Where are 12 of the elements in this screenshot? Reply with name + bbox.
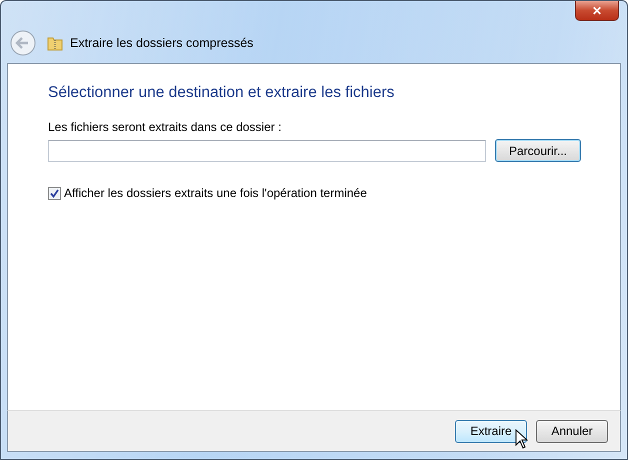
back-icon[interactable] [10,30,36,56]
mouse-pointer-icon [515,428,528,448]
page-heading: Sélectionner une destination et extraire les fichiers [48,84,396,102]
browse-button[interactable]: Parcourir... [495,139,581,162]
cancel-button[interactable]: Annuler [536,420,608,442]
zipped-folder-icon [47,35,63,51]
checkbox-label: Afficher les dossiers extraits une fois l'opération terminée [64,186,367,200]
destination-field[interactable] [48,140,486,162]
close-button[interactable]: ✕ [575,1,619,21]
field-label: Les fichiers seront extraits dans ce dossier : [48,120,282,134]
checkbox[interactable] [48,186,61,200]
window-title: Extraire les dossiers compressés [70,36,254,50]
